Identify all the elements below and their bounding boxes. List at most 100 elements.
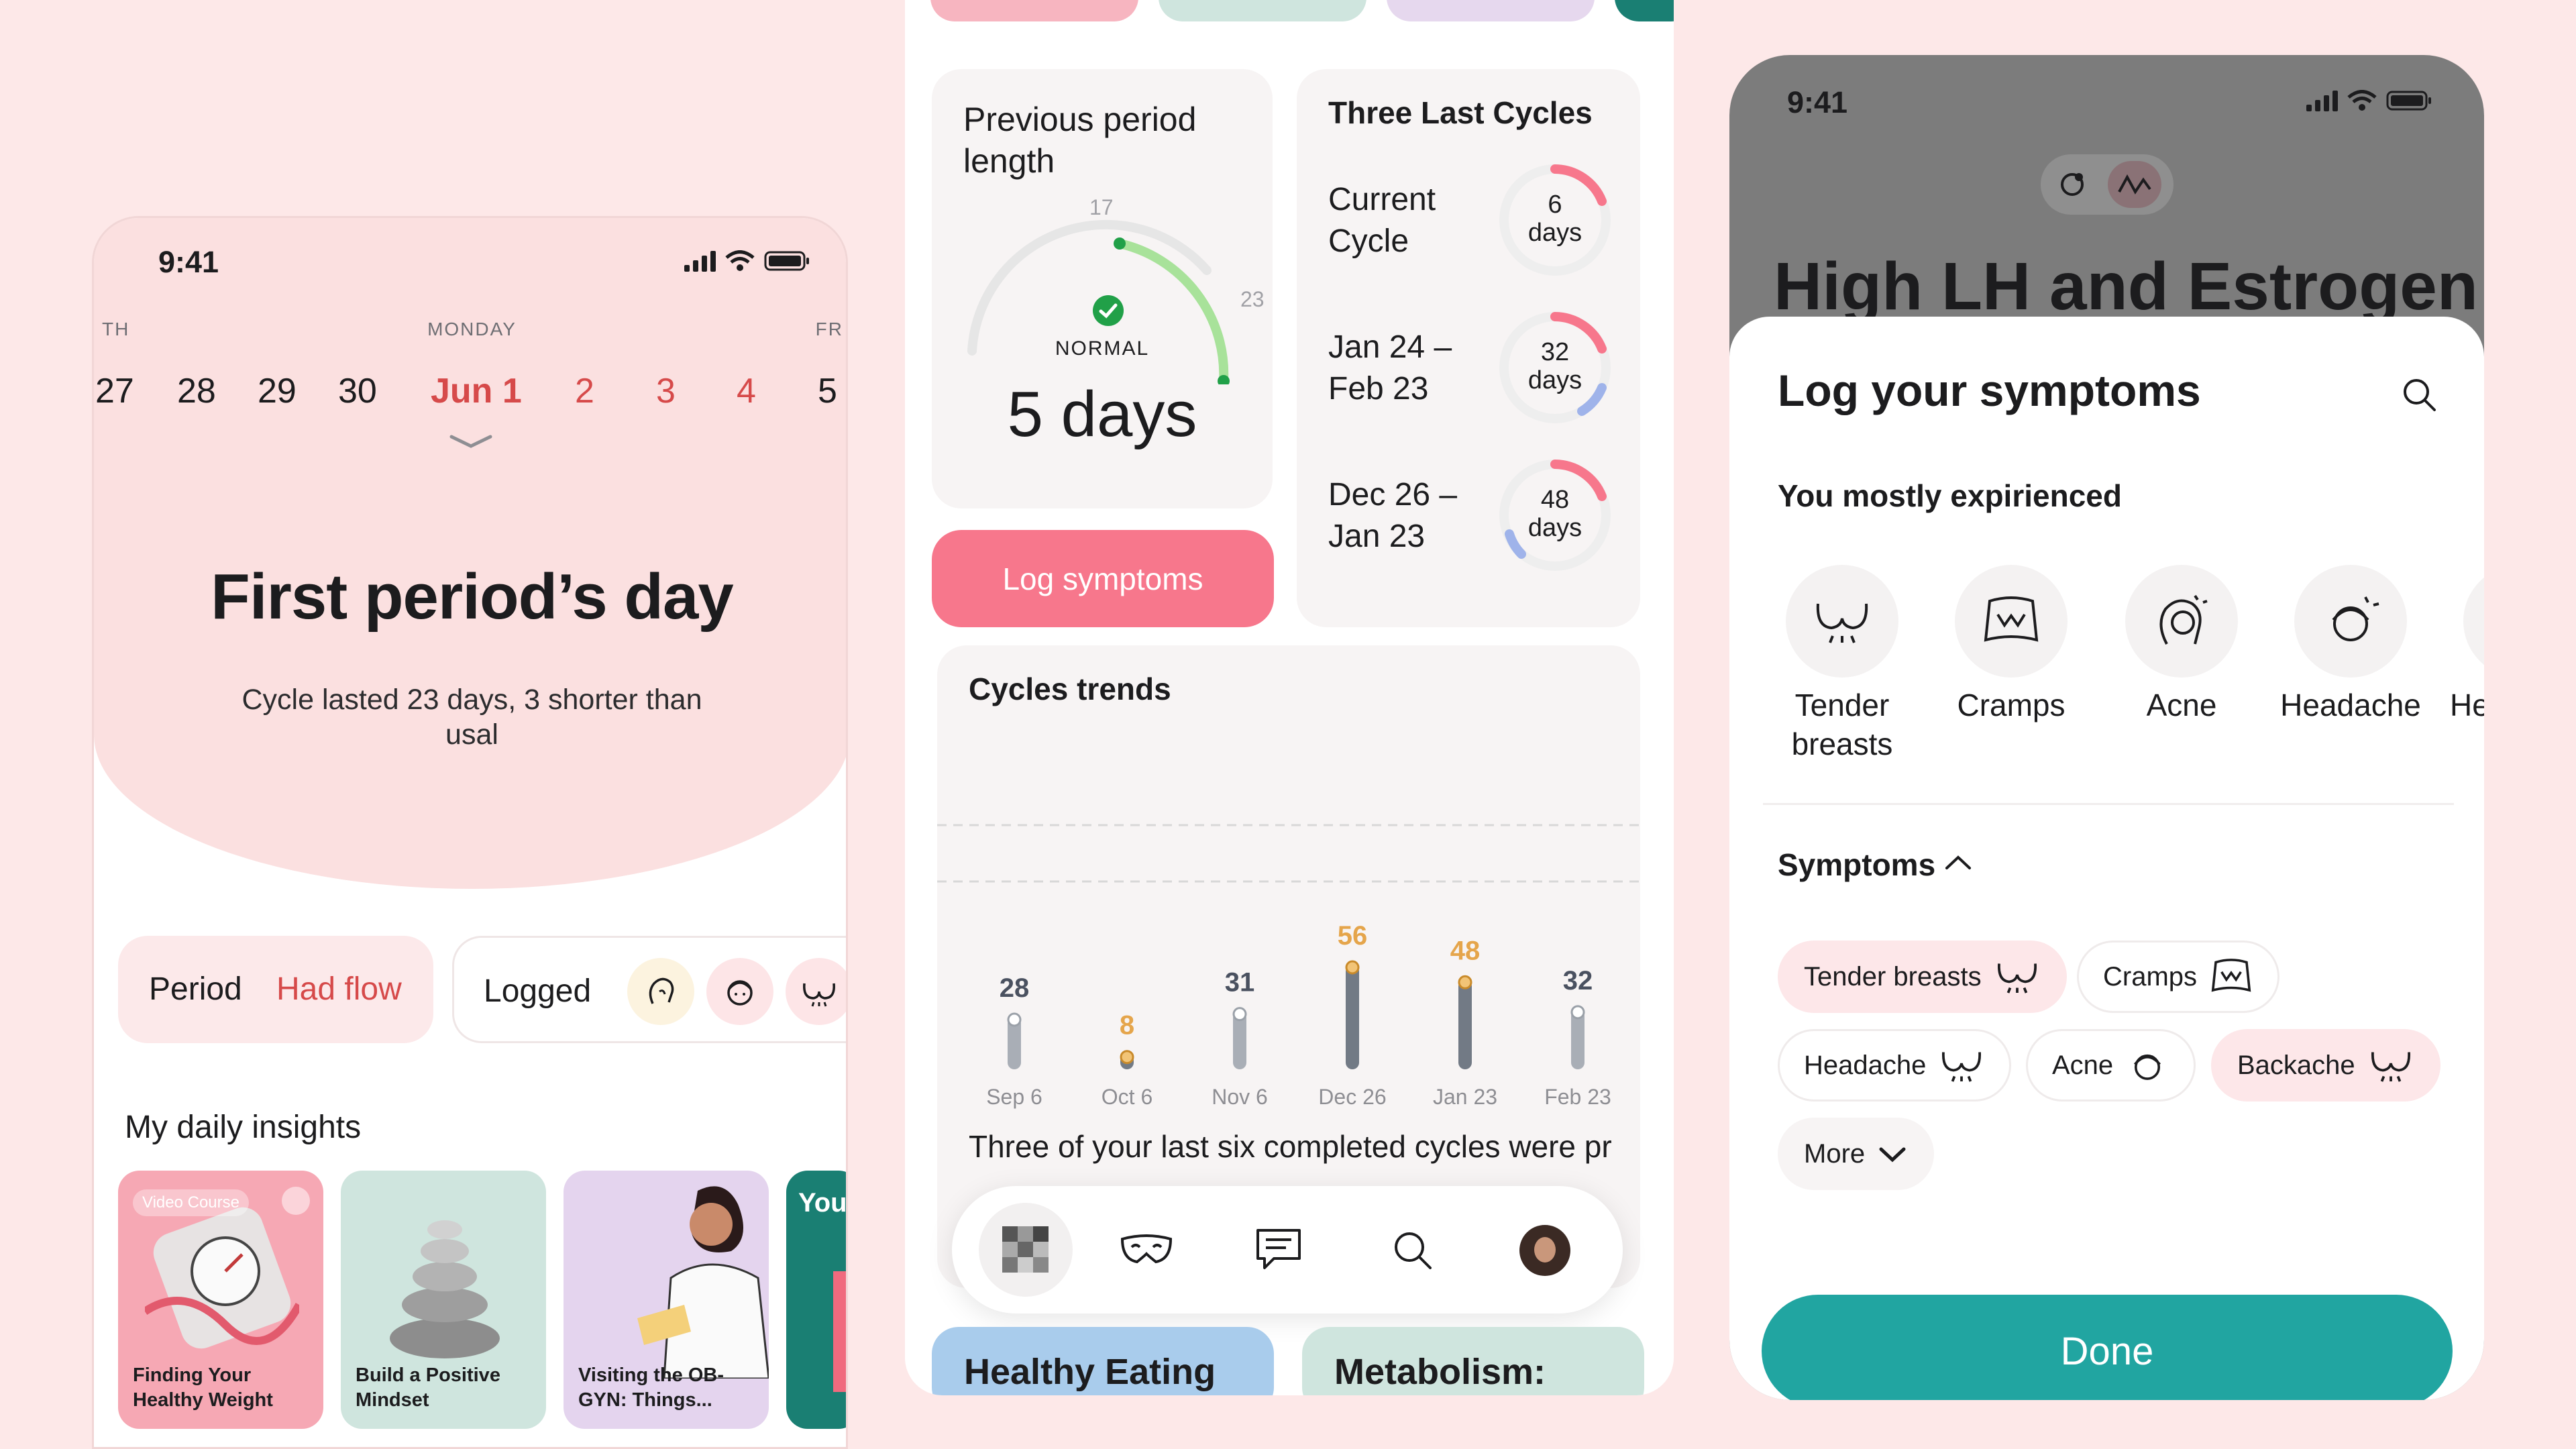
trend-bar-value: 31 [1225, 968, 1255, 998]
top-chip-4[interactable] [1615, 0, 1674, 21]
lock-icon [282, 1187, 310, 1215]
tender-breasts-button[interactable] [1786, 565, 1898, 678]
prev-period-title: Previous period length [963, 101, 1197, 180]
three-cycles-card[interactable]: Three Last Cycles Current Cycle Jan 24 –… [1297, 69, 1640, 627]
insight-card-weight[interactable]: Video Course Finding Your Healthy Weight [118, 1171, 323, 1429]
period-chip[interactable]: Period Had flow [118, 936, 433, 1043]
pill-backache[interactable]: Backache [2211, 1029, 2440, 1102]
cramps-icon [1984, 596, 2039, 642]
insight-caption: Your Cyc [798, 1188, 847, 1218]
date-5[interactable]: 5 [818, 371, 837, 411]
trend-x-label: Dec 26 [1318, 1085, 1386, 1109]
metabolism-title: Metabolism: [1334, 1352, 1546, 1392]
status-icons [684, 250, 811, 272]
trends-description: Three of your last six completed cycles … [969, 1129, 1612, 1164]
insight-card-cycle[interactable]: Your Cyc [786, 1171, 847, 1429]
headache-button-2[interactable] [2463, 565, 2484, 678]
trend-bar-value: 8 [1120, 1011, 1134, 1040]
pill-headache[interactable]: Headache [1778, 1029, 2012, 1102]
trend-bar-dot [1345, 960, 1360, 975]
date-4[interactable]: 4 [737, 371, 756, 411]
tender-breasts-icon [2371, 1052, 2410, 1082]
headache-label: Headache [2280, 688, 2421, 722]
pill-cramps[interactable]: Cramps [2077, 941, 2280, 1013]
trend-x-label: Sep 6 [986, 1085, 1042, 1109]
done-button[interactable]: Done [1762, 1295, 2453, 1400]
top-chip-1[interactable] [930, 0, 1138, 21]
mostly-title: You mostly expirienced [1778, 478, 2122, 513]
period-length-value: 5 days [1007, 378, 1197, 450]
insights-title: My daily insights [125, 1110, 362, 1145]
chat-icon[interactable] [1254, 1226, 1303, 1273]
more-button[interactable]: More [1778, 1118, 1935, 1190]
date-29[interactable]: 29 [258, 371, 297, 411]
date-30[interactable]: 30 [338, 371, 377, 411]
symptoms-title: Symptoms [1778, 847, 1936, 882]
pill-tender-breasts[interactable]: Tender breasts [1778, 941, 2067, 1013]
healthy-eating-card[interactable]: Healthy Eating [932, 1327, 1274, 1395]
search-icon[interactable] [1391, 1229, 1434, 1272]
pill-label: Cramps [2103, 961, 2198, 991]
tender-breasts-icon [786, 958, 846, 1025]
profile-avatar[interactable] [1519, 1225, 1570, 1276]
header-toggle[interactable] [2041, 154, 2174, 215]
previous-period-card[interactable]: Previous period length 17 23 NORMAL 5 da… [932, 69, 1273, 508]
pill-label: Backache [2237, 1050, 2355, 1080]
top-chip-3[interactable] [1387, 0, 1595, 21]
acne-button[interactable] [2125, 565, 2238, 678]
headache-icon [706, 958, 773, 1025]
trend-bar-dot [1120, 1050, 1134, 1065]
pill-acne[interactable]: Acne [2026, 1029, 2196, 1102]
mask-icon[interactable] [1120, 1230, 1173, 1270]
battery-icon [764, 251, 809, 271]
chart-toggle[interactable] [2108, 161, 2161, 208]
trend-bar-value: 48 [1450, 936, 1481, 965]
battery-icon [2386, 91, 2431, 111]
status-time: 9:41 [1787, 85, 1848, 119]
date-2[interactable]: 2 [575, 371, 594, 411]
trend-bar [1346, 965, 1359, 1069]
date-jun-1-selected[interactable]: Jun 1 [431, 371, 522, 411]
log-symptoms-button[interactable]: Log symptoms [932, 530, 1274, 627]
trend-x-label: Jan 23 [1433, 1085, 1497, 1109]
weekday-right: FR [815, 319, 843, 339]
cramps-button[interactable] [1955, 565, 2068, 678]
date-28[interactable]: 28 [177, 371, 216, 411]
bottom-nav-bar [952, 1186, 1623, 1313]
insight-caption: Build a Positive Mindset [356, 1364, 500, 1411]
app-tile-icon[interactable] [979, 1203, 1073, 1297]
chevron-up-icon[interactable] [1943, 852, 1974, 872]
three-cycles-title: Three Last Cycles [1328, 95, 1593, 130]
scale-max: 23 [1240, 287, 1265, 311]
cramps-label: Cramps [1957, 688, 2065, 722]
headache-icon [2134, 1054, 2161, 1080]
tender-breasts-icon [1942, 1052, 1982, 1082]
headache-button[interactable] [2294, 565, 2407, 678]
acne-label: Acne [2146, 688, 2217, 722]
date-3[interactable]: 3 [656, 371, 676, 411]
wifi-icon [725, 250, 755, 271]
cycle-days-unit: days [1527, 366, 1582, 394]
trend-bar-dot [1007, 1012, 1022, 1027]
wifi-icon [2347, 90, 2377, 111]
divider [1763, 803, 2454, 805]
cycle-days-num: 32 [1540, 338, 1570, 366]
trend-bar-dot [1458, 975, 1472, 989]
more-label: More [1804, 1138, 1866, 1169]
date-27[interactable]: 27 [95, 371, 134, 411]
signal-icon [684, 251, 716, 272]
metabolism-card[interactable]: Metabolism: [1302, 1327, 1644, 1395]
tender-breasts-label: Tender breasts [1791, 688, 1893, 761]
sheet-title: Log your symptoms [1778, 366, 2201, 415]
cycle-row-label: Jan 24 – Feb 23 [1328, 329, 1452, 407]
home-screen: 9:41 TH MONDAY FR 27 28 29 30 Jun 1 2 3 … [92, 216, 848, 1449]
logged-chip[interactable]: Logged [452, 936, 846, 1043]
headache-label-2: He [2450, 688, 2484, 722]
insight-card-mindset[interactable]: Build a Positive Mindset [341, 1171, 546, 1429]
chevron-down-icon[interactable] [447, 431, 494, 451]
top-chip-2[interactable] [1159, 0, 1366, 21]
search-icon[interactable] [2400, 376, 2438, 413]
video-course-badge: Video Course [133, 1189, 249, 1216]
insight-caption: Finding Your Healthy Weight [133, 1364, 273, 1411]
insight-card-obgyn[interactable]: Visiting the OB-GYN: Things... [564, 1171, 769, 1429]
